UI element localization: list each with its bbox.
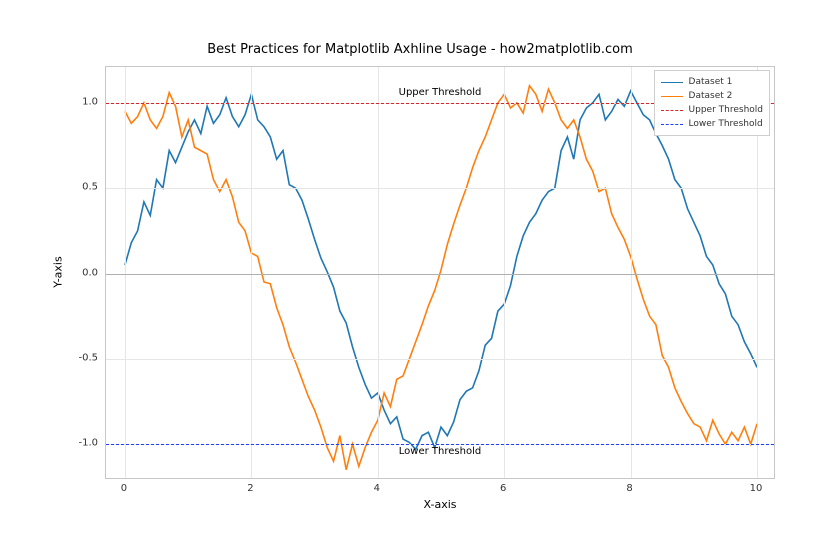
legend-label: Dataset 1 [689, 77, 733, 87]
legend-item-lower: Lower Threshold [661, 117, 763, 131]
x-tick-label: 6 [488, 483, 518, 494]
y-tick-label: -1.0 [58, 438, 98, 449]
x-tick-label: 4 [362, 483, 392, 494]
legend-swatch [661, 82, 683, 83]
x-tick-label: 0 [109, 483, 139, 494]
legend: Dataset 1 Dataset 2 Upper Threshold Lowe… [654, 70, 770, 136]
y-tick-label: 1.0 [58, 96, 98, 107]
legend-item-dataset2: Dataset 2 [661, 89, 763, 103]
x-tick-label: 10 [741, 483, 771, 494]
legend-label: Lower Threshold [689, 119, 763, 129]
x-tick-label: 2 [235, 483, 265, 494]
legend-item-dataset1: Dataset 1 [661, 75, 763, 89]
series-line [125, 86, 757, 470]
legend-swatch [661, 110, 683, 111]
chart-title: Best Practices for Matplotlib Axhline Us… [0, 42, 840, 57]
y-tick-label: 0.5 [58, 182, 98, 193]
legend-swatch [661, 124, 683, 125]
threshold-line [106, 274, 774, 275]
x-axis-label: X-axis [424, 498, 457, 511]
annotation: Lower Threshold [399, 446, 481, 457]
x-tick-label: 8 [615, 483, 645, 494]
chart-container: Best Practices for Matplotlib Axhline Us… [0, 0, 840, 560]
legend-label: Upper Threshold [689, 105, 763, 115]
y-tick-label: -0.5 [58, 352, 98, 363]
legend-label: Dataset 2 [689, 91, 733, 101]
y-tick-label: 0.0 [58, 267, 98, 278]
legend-item-upper: Upper Threshold [661, 103, 763, 117]
legend-swatch [661, 96, 683, 97]
annotation: Upper Threshold [399, 87, 482, 98]
